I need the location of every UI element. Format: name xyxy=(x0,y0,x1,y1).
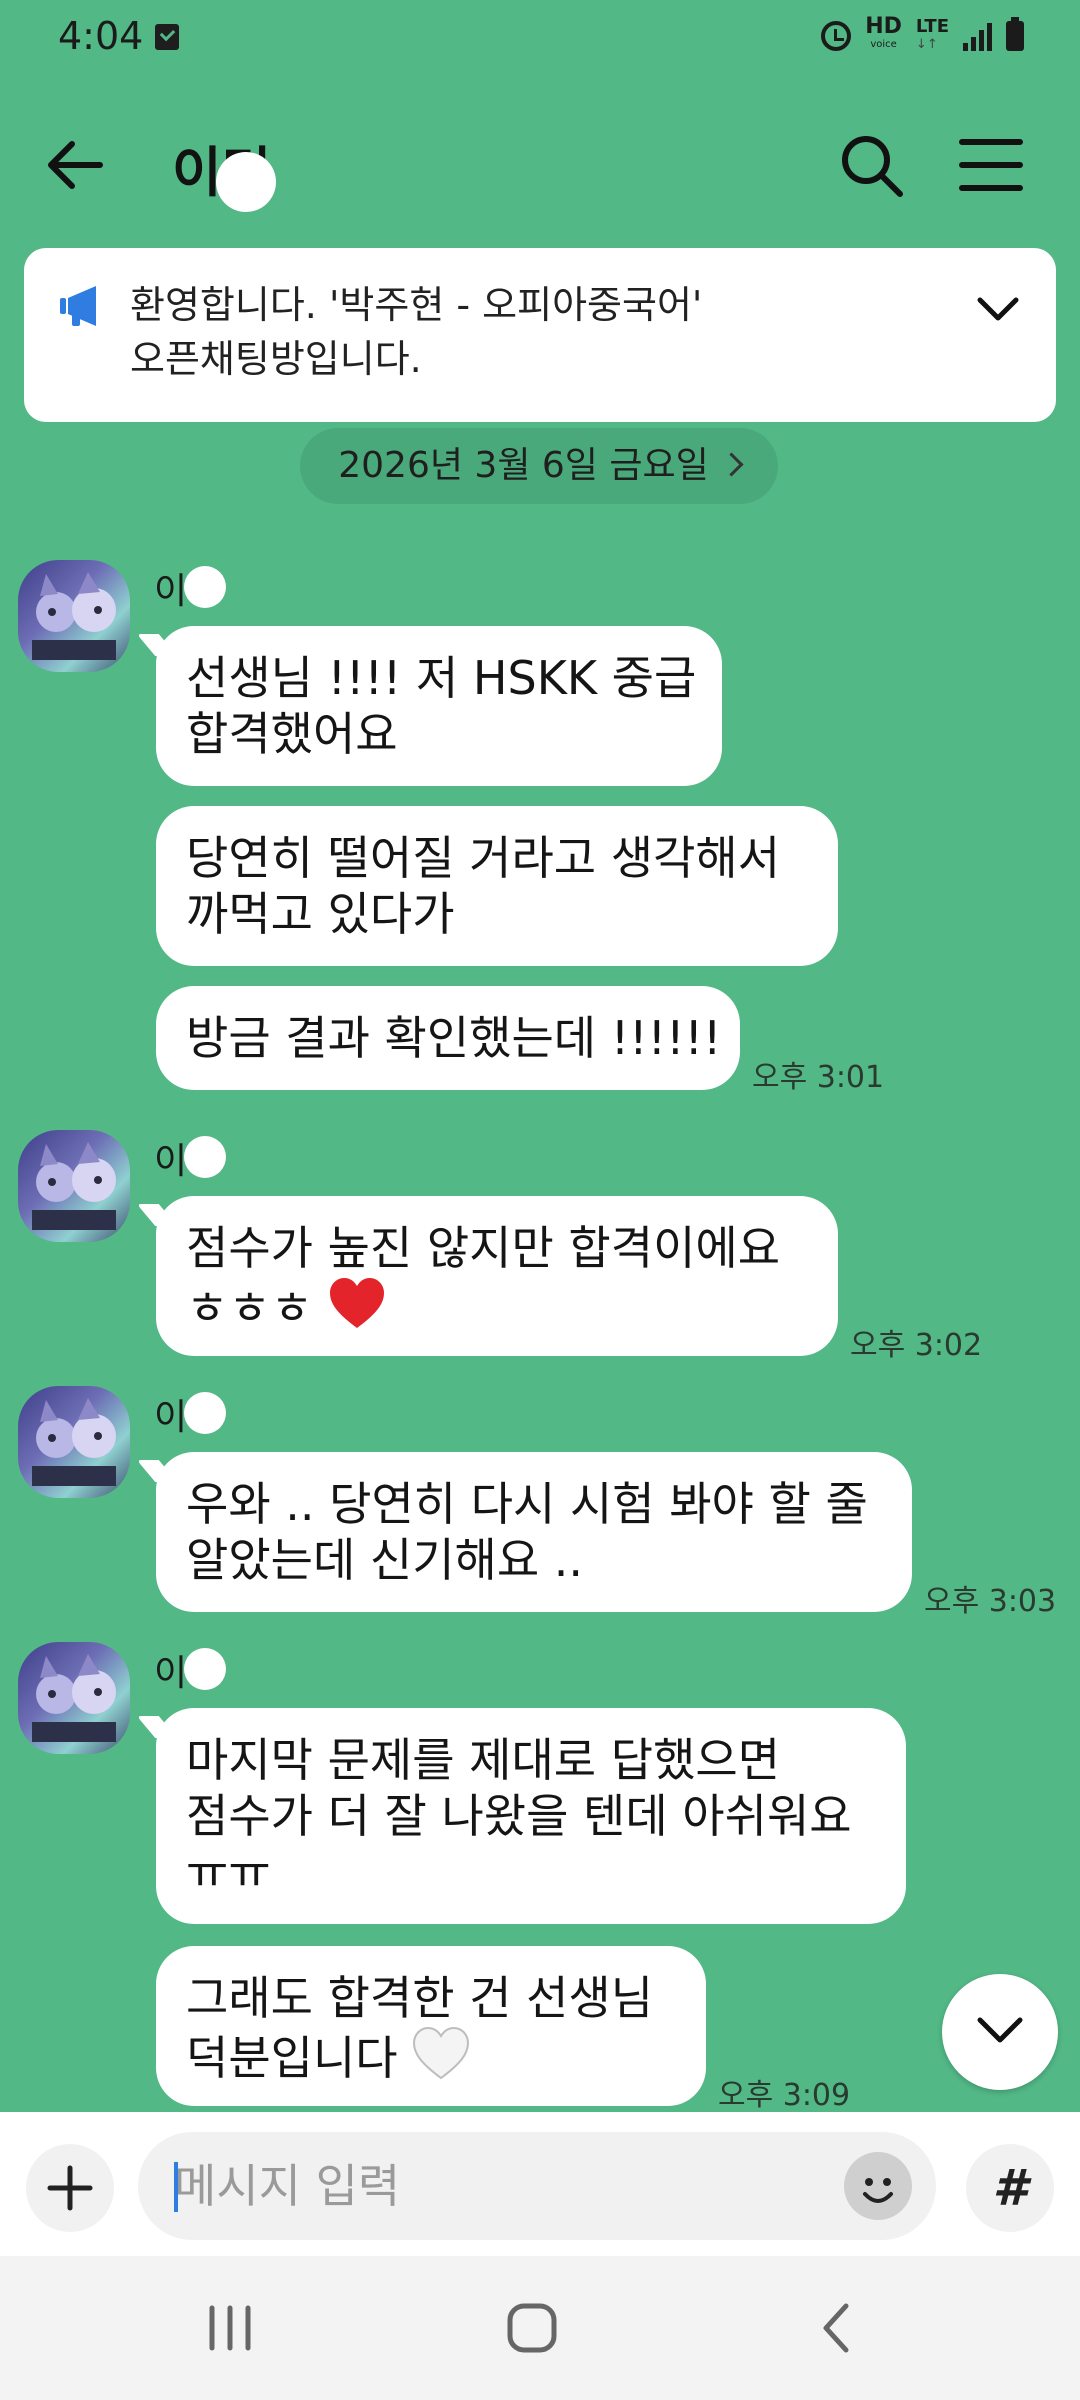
message-bubble[interactable]: 그래도 합격한 건 선생님 덕분입니다 xyxy=(156,1946,706,2106)
system-navigation-bar xyxy=(0,2256,1080,2400)
chat-header: 이민 xyxy=(0,100,1080,230)
status-bar: 4:04 HD voice LTE ↓↑ xyxy=(0,0,1080,80)
notice-line-1: 환영합니다. '박주현 - 오피아중국어' xyxy=(130,283,703,327)
signal-icon xyxy=(963,21,992,51)
message-bubble[interactable]: 선생님 !!!! 저 HSKK 중급 합격했어요 xyxy=(156,626,722,786)
avatar[interactable] xyxy=(18,1386,130,1498)
message-time: 오후 3:02 xyxy=(850,1328,983,1363)
message-bubble[interactable]: 점수가 높진 않지만 합격이에요 ㅎㅎㅎ xyxy=(156,1196,838,1356)
text-caret xyxy=(174,2162,178,2212)
message-bubble[interactable]: 방금 결과 확인했는데 !!!!!! xyxy=(156,986,740,1090)
white-heart-icon xyxy=(413,2026,470,2080)
name-redaction xyxy=(184,1136,226,1178)
notice-banner[interactable]: 환영합니다. '박주현 - 오피아중국어' 오픈채팅방입니다. xyxy=(24,248,1056,422)
search-button[interactable] xyxy=(836,130,906,200)
lte-icon: LTE ↓↑ xyxy=(915,16,949,53)
message-input-bar: 메시지 입력 # xyxy=(0,2112,1080,2256)
avatar[interactable] xyxy=(18,560,130,672)
back-button[interactable] xyxy=(40,130,120,200)
expand-notice-button[interactable] xyxy=(968,278,1028,338)
chevron-down-icon xyxy=(977,297,1019,321)
attach-button[interactable] xyxy=(26,2144,114,2232)
notice-text: 환영합니다. '박주현 - 오피아중국어' 오픈채팅방입니다. xyxy=(130,278,970,386)
notice-line-2: 오픈채팅방입니다. xyxy=(130,337,422,381)
message-time: 오후 3:01 xyxy=(752,1060,885,1095)
message-input-placeholder: 메시지 입력 xyxy=(174,2159,401,2213)
home-button[interactable] xyxy=(504,2300,560,2356)
recent-apps-button[interactable] xyxy=(200,2300,260,2356)
scroll-to-bottom-button[interactable] xyxy=(942,1974,1058,2090)
name-redaction xyxy=(216,152,276,212)
status-time: 4:04 xyxy=(58,14,144,58)
notification-check-icon xyxy=(155,24,179,50)
message-input[interactable]: 메시지 입력 xyxy=(138,2132,936,2240)
menu-button[interactable] xyxy=(956,130,1026,200)
message-time: 오후 3:09 xyxy=(718,2078,851,2113)
message-bubble[interactable]: 우와 .. 당연히 다시 시험 봐야 할 줄 알았는데 신기해요 .. xyxy=(156,1452,912,1612)
name-redaction xyxy=(184,566,226,608)
chevron-down-icon xyxy=(977,2017,1023,2043)
hashtag-button[interactable]: # xyxy=(966,2144,1054,2232)
red-heart-icon xyxy=(329,1278,384,1328)
avatar[interactable] xyxy=(18,1642,130,1754)
chevron-right-icon xyxy=(719,452,744,477)
megaphone-icon xyxy=(58,282,106,330)
emoji-button[interactable] xyxy=(844,2152,912,2220)
hamburger-menu-icon xyxy=(959,139,1023,191)
name-redaction xyxy=(184,1648,226,1690)
search-icon xyxy=(842,136,903,197)
battery-icon xyxy=(1006,17,1024,51)
message-bubble[interactable]: 당연히 떨어질 거라고 생각해서 까먹고 있다가 xyxy=(156,806,838,966)
date-divider[interactable]: 2026년 3월 6일 금요일 xyxy=(300,428,778,504)
message-time: 오후 3:03 xyxy=(924,1584,1057,1619)
arrow-left-icon xyxy=(48,141,103,189)
alarm-icon xyxy=(821,21,852,51)
smiley-icon xyxy=(863,2178,893,2203)
name-redaction xyxy=(184,1392,226,1434)
avatar[interactable] xyxy=(18,1130,130,1242)
date-label: 2026년 3월 6일 금요일 xyxy=(338,445,709,486)
hd-voice-icon: HD voice xyxy=(865,14,902,51)
message-bubble[interactable]: 마지막 문제를 제대로 답했으면 점수가 더 잘 나왔을 텐데 아쉬워요 ㅠㅠ xyxy=(156,1708,906,1924)
status-icons: HD voice LTE ↓↑ xyxy=(821,14,1024,54)
plus-icon xyxy=(47,2165,93,2211)
back-nav-button[interactable] xyxy=(816,2300,856,2356)
